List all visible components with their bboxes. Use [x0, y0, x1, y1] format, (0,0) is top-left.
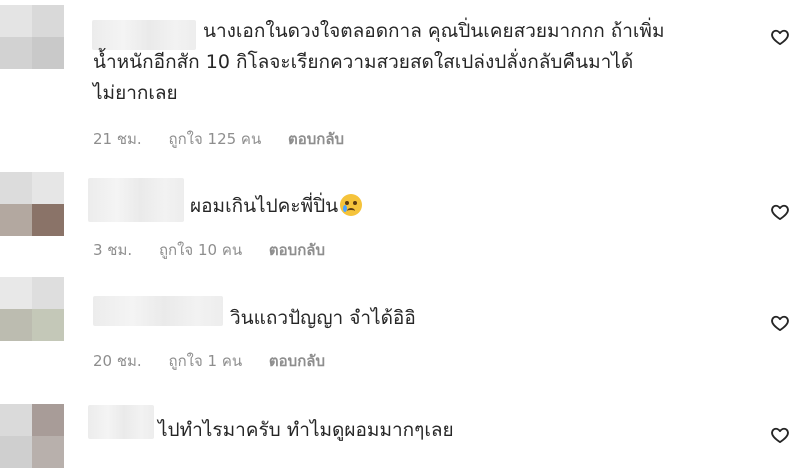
like-count[interactable]: ถูกใจ 10 คน — [159, 238, 242, 262]
comment-time: 21 ชม. — [93, 130, 142, 148]
comment-time: 20 ชม. — [93, 352, 142, 370]
heart-outline-icon[interactable] — [770, 425, 790, 445]
heart-outline-icon[interactable] — [770, 202, 790, 222]
comment-text-line: น้ำหนักอีกสัก 10 กิโลจะเรียกความสวยสดใสเ… — [93, 51, 634, 73]
username-redacted[interactable] — [92, 20, 196, 50]
username-redacted[interactable] — [93, 296, 223, 326]
like-count[interactable]: ถูกใจ 125 คน — [168, 127, 261, 151]
username-redacted[interactable] — [88, 178, 184, 222]
reply-button[interactable]: ตอบกลับ — [269, 238, 325, 262]
comment-meta: 21 ชม. ถูกใจ 125 คน ตอบกลับ — [93, 127, 366, 151]
avatar[interactable] — [0, 404, 64, 468]
comment-time: 3 ชม. — [93, 241, 133, 259]
reply-button[interactable]: ตอบกลับ — [269, 349, 325, 373]
comment-meta: 20 ชม. ถูกใจ 1 คน ตอบกลับ — [93, 349, 347, 373]
comment-text-line: ไปทำไรมาครับ ทำไมดูผอมมากๆเลย — [158, 419, 454, 441]
like-count[interactable]: ถูกใจ 1 คน — [168, 349, 242, 373]
avatar[interactable] — [0, 277, 64, 341]
comment-text-line: นางเอกในดวงใจตลอดกาล คุณปิ่นเคยสวยมากกก … — [203, 20, 665, 42]
comment-text: ผอมเกินไปคะพี่ปิ่น — [190, 195, 339, 217]
heart-outline-icon[interactable] — [770, 313, 790, 333]
heart-outline-icon[interactable] — [770, 27, 790, 47]
comment-text-line: ผอมเกินไปคะพี่ปิ่น — [190, 191, 363, 222]
reply-button[interactable]: ตอบกลับ — [288, 127, 344, 151]
comment-text-line: ไม่ยากเลย — [93, 82, 178, 104]
avatar[interactable] — [0, 5, 64, 69]
comment-meta: 3 ชม. ถูกใจ 10 คน ตอบกลับ — [93, 238, 347, 262]
avatar[interactable] — [0, 172, 64, 236]
comment-text-line: วินแถวปัญญา จำได้อิอิ — [230, 307, 416, 329]
username-redacted[interactable] — [88, 405, 154, 439]
crying-face-emoji — [340, 194, 363, 216]
